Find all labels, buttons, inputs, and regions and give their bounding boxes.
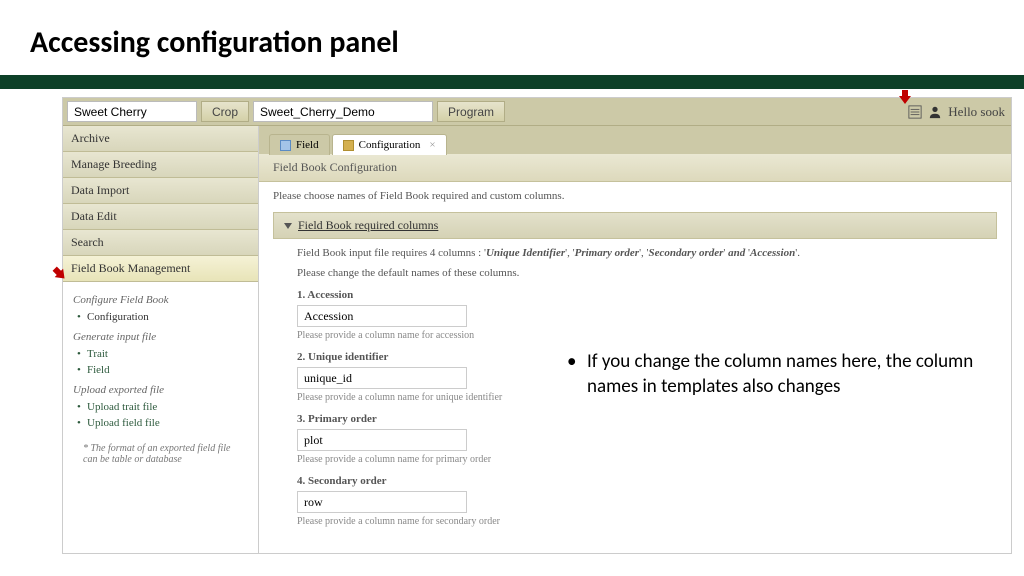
field-accession: 1. Accession Please provide a column nam… — [297, 289, 987, 341]
sublink-upload-field[interactable]: Upload field file — [75, 415, 248, 431]
sublink-field[interactable]: Field — [75, 362, 248, 378]
accordion-title: Field Book required columns — [298, 218, 438, 233]
field-primary-order: 3. Primary order Please provide a column… — [297, 413, 987, 465]
input-primary[interactable] — [297, 429, 467, 451]
field-tab-icon — [280, 140, 291, 151]
person-icon[interactable] — [928, 105, 942, 119]
tab-bar: Field Configuration × — [259, 126, 1011, 154]
input-unique-id[interactable] — [297, 367, 467, 389]
tab-field[interactable]: Field — [269, 134, 330, 155]
sidebar-item-fieldbook[interactable]: Field Book Management — [63, 256, 258, 282]
chevron-down-icon — [284, 223, 292, 229]
sidebar-item-edit[interactable]: Data Edit — [63, 204, 258, 230]
required-note: Field Book input file requires 4 columns… — [297, 247, 987, 259]
program-input[interactable] — [253, 101, 433, 122]
panel-intro: Please choose names of Field Book requir… — [273, 190, 997, 202]
slide-title: Accessing configuration panel — [0, 0, 1024, 75]
sidebar-item-archive[interactable]: Archive — [63, 126, 258, 152]
input-accession[interactable] — [297, 305, 467, 327]
top-toolbar: Crop Program Hello sook — [63, 98, 1011, 126]
subgroup-upload: Upload exported file — [73, 384, 248, 396]
sublink-upload-trait[interactable]: Upload trait file — [75, 399, 248, 415]
sidebar-item-import[interactable]: Data Import — [63, 178, 258, 204]
tab-config-label: Configuration — [359, 139, 421, 151]
help-secondary: Please provide a column name for seconda… — [297, 516, 987, 527]
annotation-callout: If you change the column names here, the… — [587, 350, 987, 399]
header-bar — [0, 75, 1024, 89]
sidebar: Archive Manage Breeding Data Import Data… — [63, 126, 259, 553]
program-button[interactable]: Program — [437, 101, 505, 122]
change-note: Please change the default names of these… — [297, 267, 987, 279]
config-tab-icon — [343, 140, 354, 151]
app-window: Crop Program Hello sook Archive Manage B… — [62, 97, 1012, 554]
tab-field-label: Field — [296, 139, 319, 151]
label-secondary: 4. Secondary order — [297, 475, 987, 487]
content-area: Field Configuration × Field Book Configu… — [259, 126, 1011, 553]
arrow-indicator-top — [899, 90, 911, 108]
crop-input[interactable] — [67, 101, 197, 122]
help-primary: Please provide a column name for primary… — [297, 454, 987, 465]
subgroup-generate: Generate input file — [73, 331, 248, 343]
field-secondary-order: 4. Secondary order Please provide a colu… — [297, 475, 987, 527]
crop-button[interactable]: Crop — [201, 101, 249, 122]
sublink-configuration[interactable]: Configuration — [75, 309, 248, 325]
sidebar-item-search[interactable]: Search — [63, 230, 258, 256]
input-secondary[interactable] — [297, 491, 467, 513]
label-primary: 3. Primary order — [297, 413, 987, 425]
close-icon[interactable]: × — [429, 139, 435, 151]
greeting-text: Hello sook — [948, 104, 1005, 120]
sublink-trait[interactable]: Trait — [75, 346, 248, 362]
sidebar-submenu: Configure Field Book Configuration Gener… — [63, 282, 258, 475]
label-accession: 1. Accession — [297, 289, 987, 301]
sidebar-note: * The format of an exported field file c… — [73, 443, 248, 465]
tab-configuration[interactable]: Configuration × — [332, 134, 447, 155]
sidebar-item-breeding[interactable]: Manage Breeding — [63, 152, 258, 178]
panel-header: Field Book Configuration — [259, 154, 1011, 182]
subgroup-configure: Configure Field Book — [73, 294, 248, 306]
help-accession: Please provide a column name for accessi… — [297, 330, 987, 341]
accordion-required-cols[interactable]: Field Book required columns — [273, 212, 997, 239]
